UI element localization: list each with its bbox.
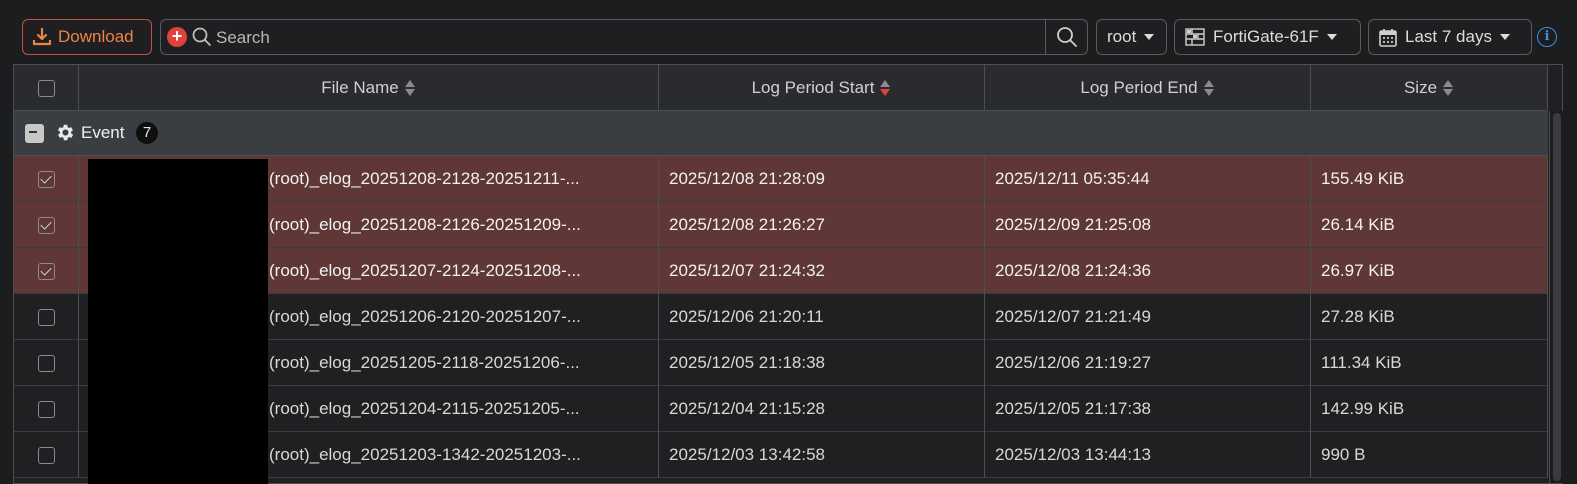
row-select-cell — [14, 202, 79, 248]
row-select-cell — [14, 432, 79, 478]
redaction-block — [88, 159, 268, 484]
row-checkbox[interactable] — [37, 262, 55, 280]
vdom-value: root — [1107, 27, 1137, 46]
log-file-table: File Name Log Period Start Log Period En… — [13, 64, 1563, 484]
table-header: File Name Log Period Start Log Period En… — [14, 65, 1548, 111]
download-icon — [32, 27, 52, 46]
log-period-end-cell: 2025/12/09 21:25:08 — [985, 202, 1311, 248]
row-checkbox[interactable] — [37, 354, 55, 372]
log-period-start-cell: 2025/12/05 21:18:38 — [659, 340, 985, 386]
sort-icon — [1203, 79, 1215, 97]
log-period-end-cell: 2025/12/08 21:24:36 — [985, 248, 1311, 294]
row-select-cell — [14, 248, 79, 294]
time-range-value: Last 7 days — [1405, 27, 1492, 46]
size-cell: 990 B — [1311, 432, 1548, 478]
vertical-scrollbar[interactable] — [1549, 111, 1563, 483]
plus-circle-icon[interactable]: + — [167, 27, 187, 47]
log-period-start-cell: 2025/12/06 21:20:11 — [659, 294, 985, 340]
group-row-event[interactable]: Event 7 — [14, 111, 1548, 156]
size-cell: 26.14 KiB — [1311, 202, 1548, 248]
select-all-checkbox[interactable] — [37, 79, 55, 97]
row-checkbox[interactable] — [37, 216, 55, 234]
row-select-cell — [14, 294, 79, 340]
row-checkbox[interactable] — [37, 308, 55, 326]
download-label: Download — [58, 27, 134, 46]
log-period-end-cell: 2025/12/11 05:35:44 — [985, 156, 1311, 202]
log-period-start-cell: 2025/12/07 21:24:32 — [659, 248, 985, 294]
header-select-all — [14, 65, 79, 111]
chevron-down-icon — [1144, 34, 1155, 40]
size-cell: 142.99 KiB — [1311, 386, 1548, 432]
row-select-cell — [14, 340, 79, 386]
time-range-dropdown[interactable]: Last 7 days — [1368, 19, 1532, 55]
column-header-label: Size — [1403, 78, 1438, 97]
column-header-label: File Name — [321, 78, 399, 97]
log-period-end-cell: 2025/12/07 21:21:49 — [985, 294, 1311, 340]
size-cell: 155.49 KiB — [1311, 156, 1548, 202]
row-select-cell — [14, 386, 79, 432]
log-period-end-cell: 2025/12/06 21:19:27 — [985, 340, 1311, 386]
device-value: FortiGate-61F — [1213, 27, 1319, 46]
download-button[interactable]: Download — [22, 19, 152, 55]
size-cell: 111.34 KiB — [1311, 340, 1548, 386]
column-header-log-period-start[interactable]: Log Period Start — [659, 65, 985, 111]
group-checkbox[interactable] — [25, 124, 44, 143]
info-icon[interactable]: i — [1537, 27, 1557, 47]
row-checkbox[interactable] — [37, 170, 55, 188]
sort-icon — [1443, 79, 1454, 97]
row-checkbox[interactable] — [37, 446, 55, 464]
search-icon — [192, 27, 211, 46]
device-dropdown[interactable]: FortiGate-61F — [1174, 19, 1361, 55]
firewall-icon — [1185, 28, 1205, 46]
sort-descending-icon — [880, 79, 891, 97]
log-period-start-cell: 2025/12/08 21:26:27 — [659, 202, 985, 248]
scrollbar-thumb[interactable] — [1553, 113, 1561, 481]
column-header-label: Log Period End — [1080, 78, 1198, 97]
chevron-down-icon — [1499, 34, 1510, 40]
search-bar: + — [160, 19, 1088, 55]
log-period-end-cell: 2025/12/03 13:44:13 — [985, 432, 1311, 478]
log-period-start-cell: 2025/12/08 21:28:09 — [659, 156, 985, 202]
column-header-size[interactable]: Size — [1311, 65, 1548, 111]
group-count-badge: 7 — [136, 122, 158, 144]
log-period-end-cell: 2025/12/05 21:17:38 — [985, 386, 1311, 432]
group-name: Event — [81, 123, 125, 142]
row-select-cell — [14, 156, 79, 202]
vdom-dropdown[interactable]: root — [1096, 19, 1167, 55]
column-header-log-period-end[interactable]: Log Period End — [985, 65, 1311, 111]
row-checkbox[interactable] — [37, 400, 55, 418]
size-cell: 26.97 KiB — [1311, 248, 1548, 294]
chevron-down-icon — [1326, 34, 1337, 40]
toolbar: Download + root FortiGate-61F — [0, 0, 1577, 64]
calendar-icon — [1379, 28, 1397, 47]
size-cell: 27.28 KiB — [1311, 294, 1548, 340]
sort-icon — [404, 79, 416, 97]
search-icon — [1056, 27, 1077, 47]
search-input[interactable] — [216, 24, 1036, 51]
log-period-start-cell: 2025/12/03 13:42:58 — [659, 432, 985, 478]
gear-icon — [57, 124, 74, 141]
column-header-label: Log Period Start — [751, 78, 875, 97]
log-period-start-cell: 2025/12/04 21:15:28 — [659, 386, 985, 432]
column-header-file-name[interactable]: File Name — [79, 65, 659, 111]
search-submit-button[interactable] — [1045, 20, 1087, 54]
